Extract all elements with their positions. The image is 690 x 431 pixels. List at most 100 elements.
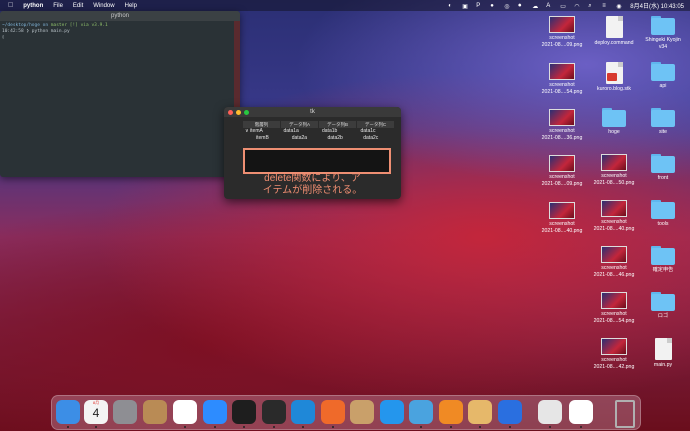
- terminal-version: v3.9.1: [91, 23, 108, 28]
- preview-icon[interactable]: [468, 400, 492, 424]
- desktop-item-label: ロゴ: [657, 313, 669, 319]
- column-header[interactable]: データ列B: [319, 121, 356, 128]
- contacts-icon[interactable]: [143, 400, 167, 424]
- screenshot-app-icon[interactable]: [538, 400, 562, 424]
- desktop-item-folder[interactable]: site: [637, 108, 689, 136]
- menu-app-name[interactable]: python: [23, 3, 43, 9]
- minimize-button[interactable]: [236, 110, 241, 115]
- running-indicator: [332, 426, 334, 428]
- status-icon[interactable]: P: [476, 3, 483, 9]
- zoom-button[interactable]: [244, 110, 249, 115]
- wifi-icon[interactable]: ◠: [574, 3, 581, 10]
- column-header[interactable]: 階層列: [243, 121, 280, 128]
- terminal-cursor: ▯: [2, 35, 5, 40]
- menu-bar:  python File Edit Window Help ◐ ▣ P ● ◎…: [0, 0, 690, 11]
- desktop-item-file-red[interactable]: kuroro.blog.stk: [588, 62, 640, 93]
- annotation-line: イテムが削除される。: [262, 185, 363, 196]
- calendar-icon[interactable]: 8月 4: [84, 400, 108, 424]
- tree-row[interactable]: ∨ itemA data1a data1b data1c: [243, 128, 395, 135]
- chrome-icon[interactable]: [173, 400, 197, 424]
- document-icon[interactable]: [569, 400, 593, 424]
- tree-row[interactable]: itemB data2a data2b data2c: [243, 135, 395, 142]
- running-indicator: [509, 426, 511, 428]
- desktop-item-folder[interactable]: api: [637, 62, 689, 90]
- folder-icon: [651, 16, 675, 35]
- desktop-item-label: 2021-08....46.png: [593, 271, 635, 278]
- terminal-icon[interactable]: [262, 400, 286, 424]
- desktop-item-shot[interactable]: screenshot 2021-08....54.png: [588, 292, 640, 324]
- treeview[interactable]: 階層列 データ列A データ列B データ列C ∨ itemA data1a dat…: [243, 121, 395, 142]
- system-preferences-icon[interactable]: [113, 400, 137, 424]
- desktop-item-label: main.py: [653, 362, 673, 368]
- desktop-item-shot[interactable]: screenshot 2021-08....09.png: [536, 16, 588, 48]
- status-icon[interactable]: ▣: [462, 3, 469, 10]
- search-icon[interactable]: ⌕: [588, 3, 595, 9]
- folder-icon: [651, 154, 675, 173]
- desktop-item-shot[interactable]: screenshot 2021-08....46.png: [588, 246, 640, 278]
- desktop-item-folder[interactable]: hoge: [588, 108, 640, 136]
- menu-file[interactable]: File: [53, 3, 63, 9]
- terminal-content[interactable]: ~/desktop/hoge on master [!] via v3.9.1 …: [0, 21, 240, 43]
- desktop-item-shot[interactable]: screenshot 2021-08....42.png: [588, 338, 640, 370]
- desktop-item-folder[interactable]: tools: [637, 200, 689, 228]
- desktop-item-folder[interactable]: Shingeki Kyojin v34: [637, 16, 689, 50]
- screenshot-thumbnail-icon: [601, 154, 627, 171]
- quicktime-icon[interactable]: [409, 400, 433, 424]
- activity-chart-icon[interactable]: [321, 400, 345, 424]
- desktop-item-shot[interactable]: screenshot 2021-08....40.png: [536, 202, 588, 234]
- status-icon[interactable]: ☁: [532, 3, 539, 10]
- desktop-item-shot[interactable]: screenshot 2021-08....40.png: [588, 200, 640, 232]
- desktop-item-label: 2021-08....09.png: [541, 180, 583, 187]
- zoom-icon[interactable]: [203, 400, 227, 424]
- menu-window[interactable]: Window: [93, 3, 114, 9]
- infinity-icon[interactable]: [498, 400, 522, 424]
- desktop-item-shot[interactable]: screenshot 2021-08....09.png: [536, 155, 588, 187]
- sourcetree-icon[interactable]: [439, 400, 463, 424]
- tree-cell: data2c: [363, 135, 379, 141]
- trash-icon[interactable]: [615, 400, 635, 428]
- column-header[interactable]: データ列C: [357, 121, 394, 128]
- vscode-icon[interactable]: [291, 400, 315, 424]
- close-button[interactable]: [228, 110, 233, 115]
- control-center-icon[interactable]: ≡: [602, 3, 609, 9]
- screenshot-thumbnail-icon: [601, 200, 627, 217]
- apple-menu-icon[interactable]: : [8, 2, 13, 9]
- iterm-icon[interactable]: [232, 400, 256, 424]
- finder-icon[interactable]: [56, 400, 80, 424]
- tree-cell: data1c: [360, 128, 376, 134]
- menu-edit[interactable]: Edit: [73, 3, 83, 9]
- running-indicator: [302, 426, 304, 428]
- desktop-item-label: 2021-08....40.png: [593, 225, 635, 232]
- folder-icon: [651, 292, 675, 311]
- column-header[interactable]: データ列A: [281, 121, 318, 128]
- status-icon[interactable]: ⏺: [518, 3, 525, 9]
- desktop-item-file[interactable]: deploy.command: [588, 16, 640, 47]
- desktop-item-folder[interactable]: 確定申告: [637, 246, 689, 274]
- docker-icon[interactable]: [380, 400, 404, 424]
- desktop-item-folder[interactable]: front: [637, 154, 689, 182]
- running-indicator: [479, 426, 481, 428]
- desktop-item-file[interactable]: main.py: [637, 338, 689, 369]
- input-method-icon[interactable]: A: [546, 3, 553, 9]
- tk-titlebar[interactable]: tk: [224, 107, 401, 117]
- status-icon[interactable]: ◎: [504, 3, 511, 10]
- screenshot-thumbnail-icon: [601, 292, 627, 309]
- desktop-item-shot[interactable]: screenshot 2021-08....36.png: [536, 109, 588, 141]
- desktop-item-shot[interactable]: screenshot 2021-08....50.png: [588, 154, 640, 186]
- siri-icon[interactable]: ◉: [616, 3, 623, 10]
- desktop-item-label: kuroro.blog.stk: [596, 86, 632, 92]
- terminal-titlebar[interactable]: python: [0, 11, 240, 21]
- terminal-window[interactable]: python ~/desktop/hoge on master [!] via …: [0, 11, 240, 177]
- menu-help[interactable]: Help: [125, 3, 137, 9]
- installer-icon[interactable]: [350, 400, 374, 424]
- screenshot-thumbnail-icon: [549, 109, 575, 126]
- running-indicator: [214, 426, 216, 428]
- desktop-item-label: 2021-08....40.png: [541, 227, 583, 234]
- battery-icon[interactable]: ▭: [560, 3, 567, 10]
- desktop-item-shot[interactable]: screenshot 2021-08....54.png: [536, 63, 588, 95]
- desktop-item-label: api: [659, 83, 667, 89]
- status-icon[interactable]: ●: [490, 3, 497, 9]
- desktop-item-folder[interactable]: ロゴ: [637, 292, 689, 320]
- menu-datetime[interactable]: 8月4日(水) 10:43:05: [630, 1, 684, 10]
- status-icon[interactable]: ◐: [448, 3, 455, 9]
